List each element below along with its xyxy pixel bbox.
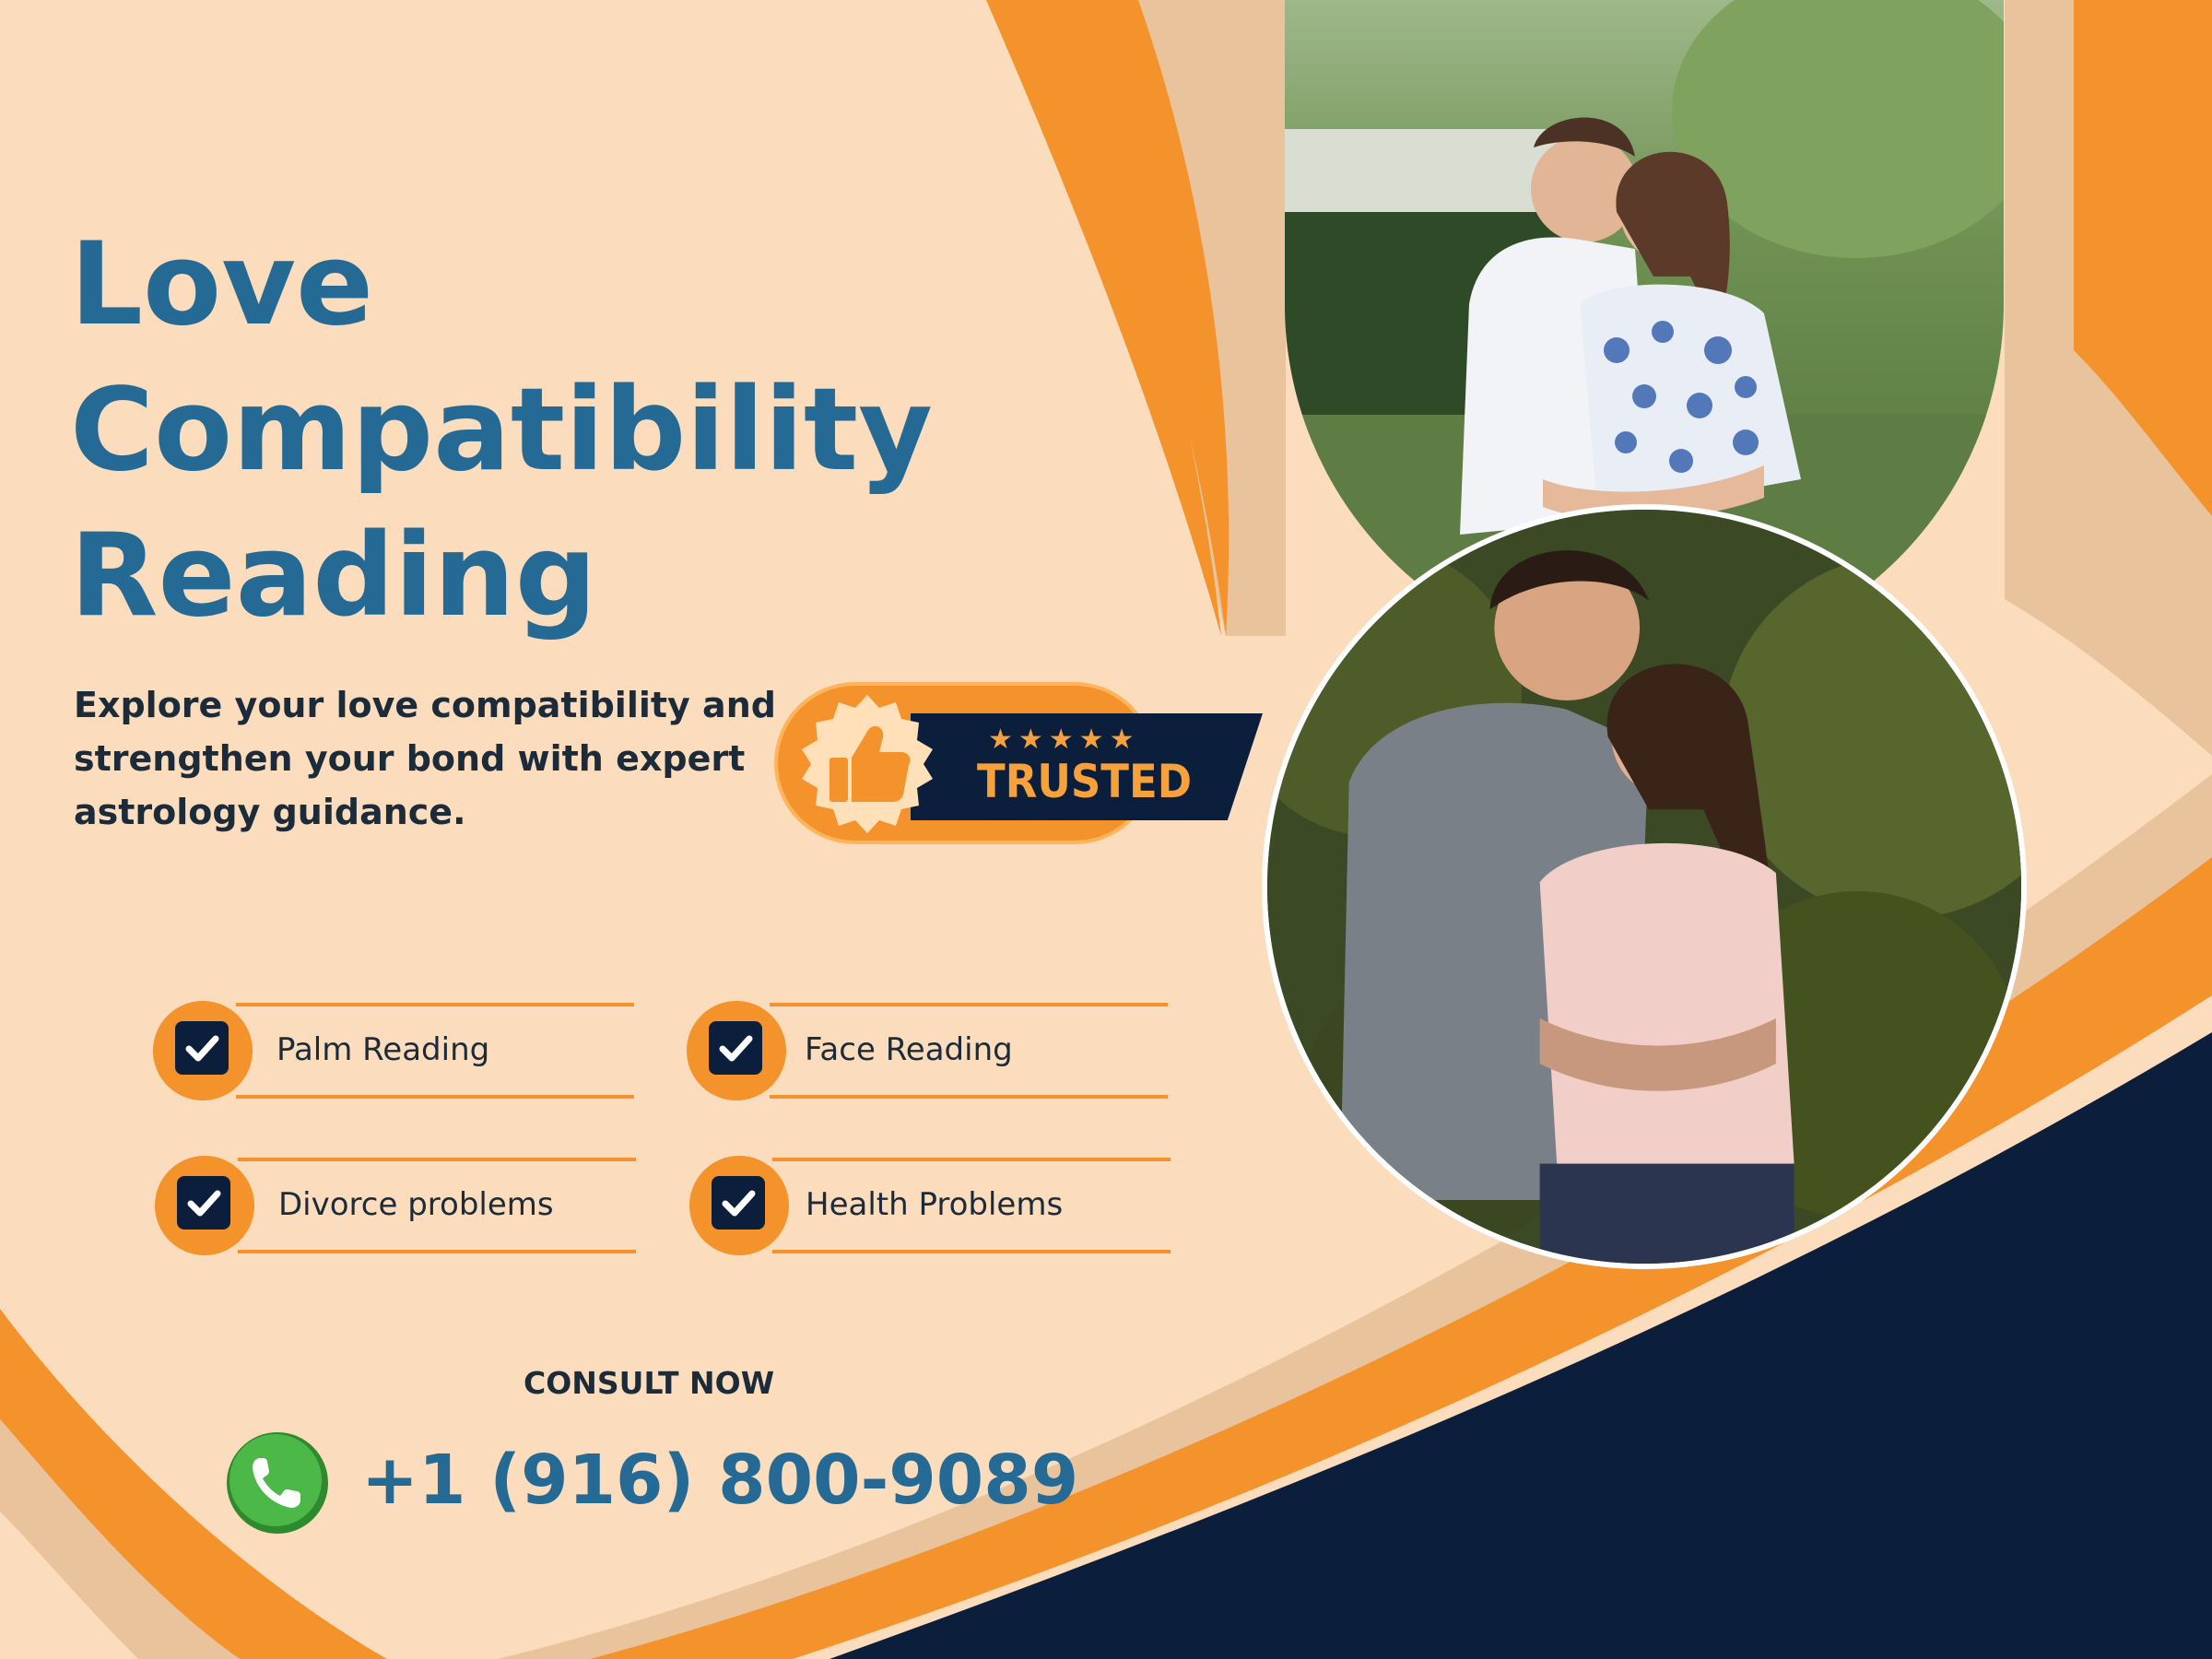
trusted-badge: ★★★★★ TRUSTED [772,680,1266,848]
page-title: Love Compatibility Reading [70,212,933,649]
feature-palm-reading: Palm Reading [153,1001,641,1104]
feature-divorce-problems: Divorce problems [155,1156,643,1259]
feature-circle [687,1001,786,1100]
feature-health-problems: Health Problems [689,1156,1178,1259]
subtitle: Explore your love compatibility and stre… [74,685,776,832]
consult-now-label: CONSULT NOW [524,1365,775,1401]
checkbox-icon [175,1021,229,1075]
thumbs-up-icon [802,695,933,833]
phone-icon[interactable] [225,1430,330,1535]
feature-circle [153,1001,253,1100]
checkbox-icon [712,1176,765,1230]
feature-label: Face Reading [805,1031,1013,1068]
couple-photo-circle-image [1267,510,2021,1264]
feature-face-reading: Face Reading [687,1001,1175,1104]
feature-label: Palm Reading [276,1031,490,1068]
feature-label: Health Problems [806,1186,1064,1223]
feature-circle [689,1156,789,1255]
badge-stars: ★★★★★ [988,724,1140,756]
checkbox-icon [709,1021,762,1075]
feature-circle [155,1156,254,1255]
phone-number-link[interactable]: +1 (916) 800-9089 [361,1438,1078,1523]
ad-banner: Love Compatibility Reading Explore your … [0,0,2212,1659]
couple-photo-circle [1262,504,2027,1269]
title-line-1: Love [70,218,374,351]
feature-label: Divorce problems [278,1186,554,1223]
title-line-2: Compatibility [70,364,933,497]
badge-text: TRUSTED [977,755,1193,808]
title-line-3: Reading [70,510,597,642]
checkbox-icon [177,1176,230,1230]
